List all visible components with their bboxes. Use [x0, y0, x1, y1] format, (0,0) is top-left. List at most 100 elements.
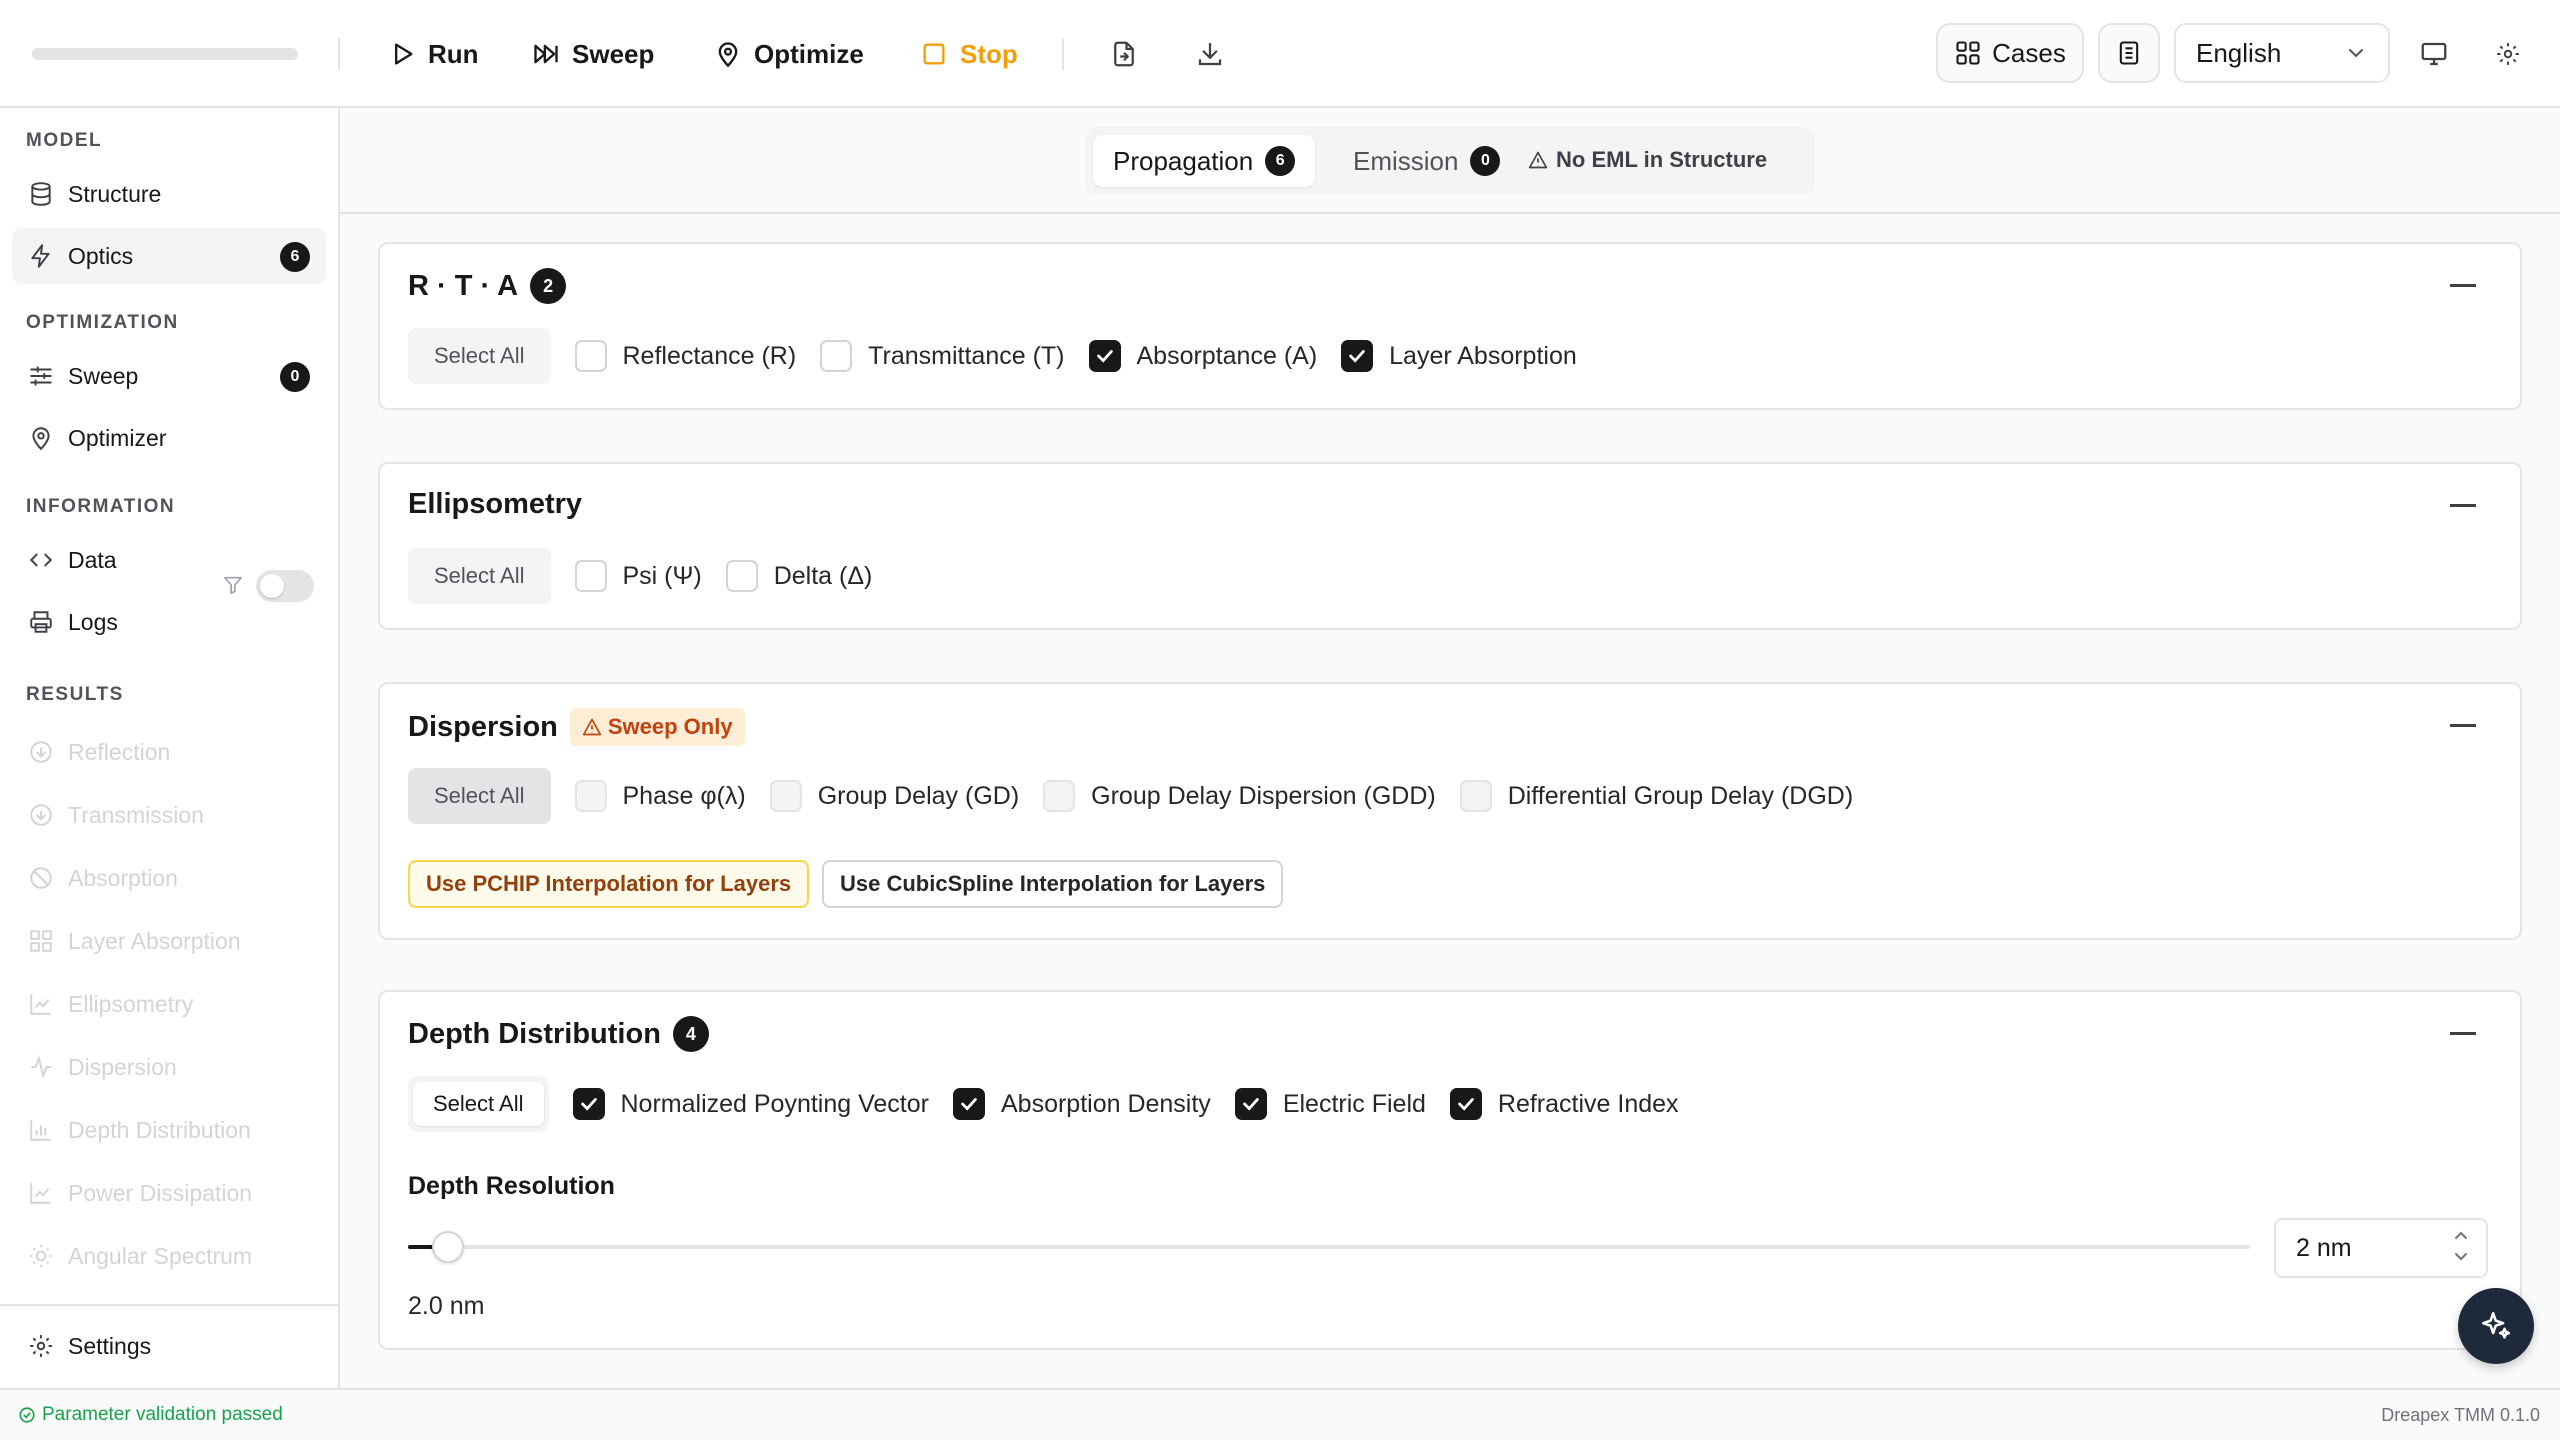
stop-button[interactable]: Stop: [920, 30, 1018, 78]
import-button[interactable]: [1102, 32, 1146, 76]
ban-icon: [30, 867, 52, 889]
sweep-button[interactable]: Sweep: [532, 30, 654, 78]
select-all-button[interactable]: Select All: [413, 1082, 544, 1126]
sidebar-item-optics[interactable]: Optics 6: [12, 228, 326, 284]
select-all-button[interactable]: Select All: [408, 768, 551, 824]
checkbox-box: [725, 560, 758, 592]
sidebar-item-label: Depth Distribution: [68, 1116, 251, 1143]
download-button[interactable]: [1188, 32, 1232, 76]
status-bar: Parameter validation passed Dreapex TMM …: [0, 1388, 2560, 1440]
checkbox-gdd[interactable]: Group Delay Dispersion (GDD): [1043, 780, 1436, 812]
chevron-down-icon[interactable]: [2452, 1250, 2470, 1264]
depth-resolution-label: Depth Resolution: [408, 1172, 615, 1200]
printer-icon: [30, 611, 52, 633]
check-icon: [961, 1098, 977, 1111]
select-all-button[interactable]: Select All: [408, 548, 551, 604]
results-filter-toggle[interactable]: [256, 570, 314, 602]
checkbox-poynting-vector[interactable]: Normalized Poynting Vector: [572, 1088, 929, 1120]
settings-button[interactable]: [2486, 32, 2530, 76]
select-all-wrapper: Select All: [408, 1076, 549, 1132]
sidebar-item-label: Angular Spectrum: [68, 1242, 253, 1269]
top-toolbar: Run Sweep Optimize Stop Cases English: [0, 0, 2560, 108]
checkbox-dgd[interactable]: Differential Group Delay (DGD): [1459, 780, 1853, 812]
depth-resolution-input[interactable]: 2 nm: [2274, 1218, 2488, 1278]
filter-icon[interactable]: [222, 574, 244, 596]
checkbox-reflectance[interactable]: Reflectance (R): [574, 340, 796, 372]
sidebar-item-label: Power Dissipation: [68, 1179, 253, 1206]
sidebar-item-angular-spectrum: Angular Spectrum: [12, 1228, 326, 1284]
checkbox-group-delay[interactable]: Group Delay (GD): [769, 780, 1019, 812]
checkbox-phase[interactable]: Phase φ(λ): [574, 780, 746, 812]
tab-emission[interactable]: Emission 0: [1333, 135, 1520, 187]
sliders-icon: [30, 366, 52, 386]
sidebar-item-label: Layer Absorption: [68, 927, 241, 954]
checkbox-box: [952, 1088, 985, 1120]
option-row: Select All Normalized Poynting Vector Ab…: [408, 1076, 1679, 1132]
sidebar-divider: [0, 1304, 338, 1306]
progress-bar: [32, 48, 298, 60]
chevron-up-icon[interactable]: [2452, 1228, 2470, 1242]
stop-square-icon: [923, 43, 945, 65]
checkbox-absorption-density[interactable]: Absorption Density: [952, 1088, 1211, 1120]
ai-assistant-button[interactable]: [2458, 1288, 2534, 1364]
count-badge: 6: [280, 242, 310, 272]
card-title: Dispersion Sweep Only: [408, 708, 745, 746]
cubicspline-interpolation-button[interactable]: Use CubicSpline Interpolation for Layers: [822, 860, 1284, 908]
collapse-button[interactable]: [2450, 504, 2476, 507]
warning-triangle-icon: [1528, 151, 1548, 169]
sidebar-item-reflection: Reflection: [12, 724, 326, 780]
language-select[interactable]: English: [2174, 23, 2390, 83]
display-button[interactable]: [2412, 32, 2456, 76]
checkbox-box: [574, 340, 607, 372]
checkbox-box: [1459, 780, 1492, 812]
check-circle-icon: [19, 1407, 35, 1423]
option-row: Select All Reflectance (R) Transmittance…: [408, 328, 1577, 384]
sidebar-item-depth-distribution: Depth Distribution: [12, 1102, 326, 1158]
sidebar-item-transmission: Transmission: [12, 787, 326, 843]
gear-icon: [30, 1335, 52, 1357]
sidebar-item-label: Dispersion: [68, 1053, 177, 1080]
collapse-button[interactable]: [2450, 284, 2476, 287]
run-button[interactable]: Run: [388, 30, 479, 78]
pchip-interpolation-button[interactable]: Use PCHIP Interpolation for Layers: [408, 860, 810, 908]
select-all-button[interactable]: Select All: [408, 328, 551, 384]
checkbox-delta[interactable]: Delta (Δ): [725, 560, 872, 592]
checkbox-box: [1234, 1088, 1267, 1120]
no-eml-warning: No EML in Structure: [1528, 147, 1767, 173]
checkbox-refractive-index[interactable]: Refractive Index: [1449, 1088, 1679, 1120]
tab-propagation[interactable]: Propagation 6: [1093, 135, 1316, 187]
database-icon: [31, 182, 51, 206]
grid-icon: [1956, 41, 1980, 65]
notes-button[interactable]: [2098, 23, 2160, 83]
bar-chart-icon: [30, 1120, 51, 1141]
checkbox-absorptance[interactable]: Absorptance (A): [1088, 340, 1317, 372]
checkbox-psi[interactable]: Psi (Ψ): [574, 560, 702, 592]
collapse-button[interactable]: [2450, 724, 2476, 727]
checkbox-box: [1341, 340, 1374, 372]
check-icon: [1096, 350, 1113, 363]
section-heading-model: MODEL: [26, 130, 103, 151]
checkbox-transmittance[interactable]: Transmittance (T): [820, 340, 1065, 372]
checkbox-box: [1088, 340, 1121, 372]
checkbox-box: [769, 780, 802, 812]
sparkle-icon: [2481, 1311, 2511, 1339]
checkbox-layer-absorption[interactable]: Layer Absorption: [1341, 340, 1577, 372]
slider-track[interactable]: [408, 1245, 2250, 1249]
sidebar-item-label: Structure: [68, 180, 162, 207]
cases-button[interactable]: Cases: [1936, 23, 2084, 83]
sidebar-item-settings[interactable]: Settings: [12, 1318, 326, 1374]
sidebar-item-label: Optimizer: [68, 424, 167, 451]
check-icon: [1458, 1098, 1474, 1111]
sidebar-item-label: Sweep: [68, 362, 139, 389]
check-icon: [1349, 350, 1365, 363]
sidebar-item-structure[interactable]: Structure: [12, 166, 326, 222]
collapse-button[interactable]: [2450, 1032, 2476, 1035]
optimize-button[interactable]: Optimize: [714, 30, 864, 78]
sidebar-item-sweep[interactable]: Sweep 0: [12, 348, 326, 404]
section-heading-results: RESULTS: [26, 684, 124, 705]
sidebar-item-logs[interactable]: Logs: [12, 594, 326, 650]
sidebar-item-optimizer[interactable]: Optimizer: [12, 410, 326, 466]
sidebar-item-label: Reflection: [68, 738, 171, 765]
sun-icon: [30, 1245, 52, 1267]
checkbox-electric-field[interactable]: Electric Field: [1234, 1088, 1426, 1120]
